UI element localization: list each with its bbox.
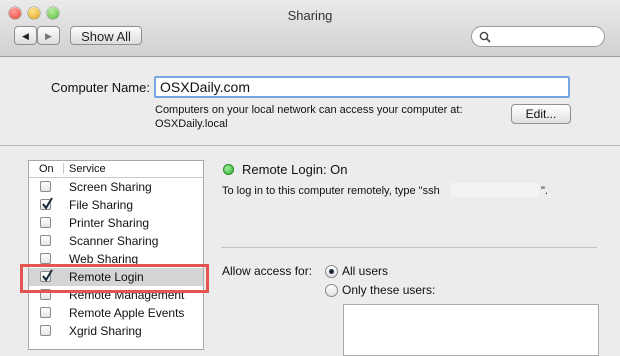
services-list-header: On Service [29,161,203,178]
allow-access-label: Allow access for: [222,264,313,278]
instructions-prefix: To log in to this computer remotely, typ… [222,185,440,197]
computer-name-panel [0,57,620,146]
back-arrow-icon: ◀ [22,31,29,41]
window-title: Sharing [287,8,333,23]
network-info-line1: Computers on your local network can acce… [155,104,463,116]
all-users-label[interactable]: All users [342,264,388,278]
service-label: Screen Sharing [69,180,152,194]
service-row-remote-apple-events[interactable]: Remote Apple Events [29,304,203,322]
service-row-scanner-sharing[interactable]: Scanner Sharing [29,232,203,250]
show-all-button[interactable]: Show All [70,26,142,45]
search-field[interactable] [471,26,605,47]
column-header-on[interactable]: On [39,163,54,175]
status-indicator-icon [223,164,234,175]
section-divider [221,247,597,248]
computer-name-label: Computer Name: [51,80,150,95]
radio-selected-dot [329,269,334,274]
service-label: Remote Apple Events [69,306,185,320]
status-text: Remote Login: On [242,162,348,177]
remote-apple-events-checkbox[interactable] [40,307,51,318]
allowed-users-list[interactable] [343,304,599,356]
service-label: Xgrid Sharing [69,324,142,338]
service-label: Scanner Sharing [69,234,159,248]
edit-button[interactable]: Edit... [511,104,571,124]
forward-arrow-icon: ▶ [45,31,52,41]
back-button[interactable]: ◀ [14,26,37,45]
only-these-users-label[interactable]: Only these users: [342,283,435,297]
remote-login-highlight [20,264,209,293]
service-row-file-sharing[interactable]: File Sharing [29,196,203,214]
only-these-users-radio[interactable] [325,284,338,297]
all-users-radio[interactable] [325,265,338,278]
column-header-service[interactable]: Service [69,163,106,175]
xgrid-sharing-checkbox[interactable] [40,325,51,336]
scanner-sharing-checkbox[interactable] [40,235,51,246]
file-sharing-checkbox[interactable] [40,197,53,210]
column-divider [63,163,64,174]
network-info-line2: OSXDaily.local [155,118,228,130]
services-list[interactable]: On Service Screen Sharing File Sharing P… [28,160,204,350]
service-row-screen-sharing[interactable]: Screen Sharing [29,178,203,196]
instructions-suffix: ". [541,185,548,197]
service-row-xgrid-sharing[interactable]: Xgrid Sharing [29,322,203,340]
computer-name-field[interactable]: OSXDaily.com [154,76,570,98]
service-label: Printer Sharing [69,216,150,230]
checkmark-icon [42,197,53,210]
printer-sharing-checkbox[interactable] [40,217,51,228]
service-label: File Sharing [69,198,134,212]
screen-sharing-checkbox[interactable] [40,181,51,192]
web-sharing-checkbox[interactable] [40,253,51,264]
forward-button[interactable]: ▶ [37,26,60,45]
title-bar: Sharing ◀ ▶ Show All [0,0,620,57]
service-row-printer-sharing[interactable]: Printer Sharing [29,214,203,232]
redacted-ssh-address [451,183,539,197]
search-icon [479,31,491,43]
